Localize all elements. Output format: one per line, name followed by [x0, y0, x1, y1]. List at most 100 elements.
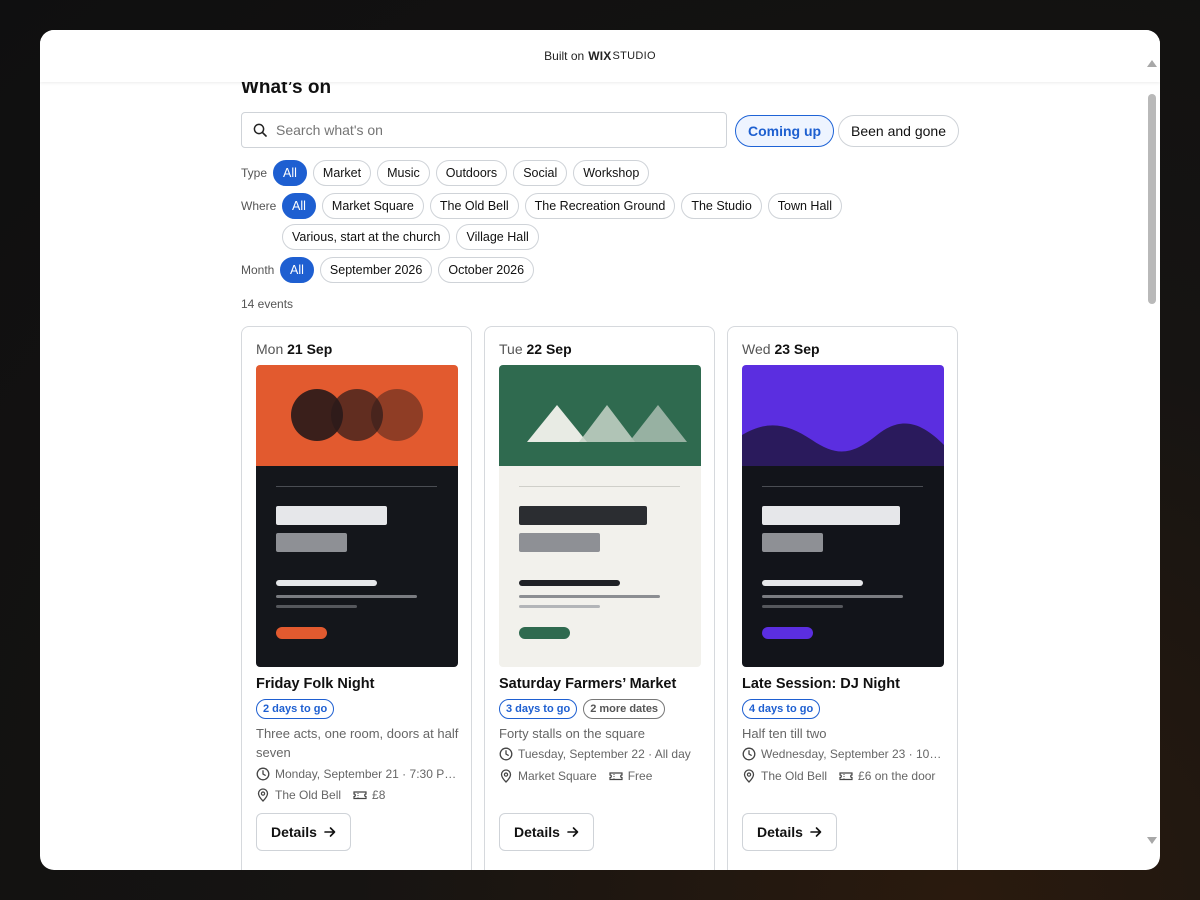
browser-window: Built on WIX STUDIO What’s on Coming up …: [40, 30, 1160, 870]
location-pin-icon: [500, 769, 512, 783]
where-chip-the-studio[interactable]: The Studio: [681, 193, 762, 219]
event-card[interactable]: Mon 21 Sep Friday Folk Night 2 days to g…: [241, 326, 472, 870]
where-chip-the-recreation-ground[interactable]: The Recreation Ground: [524, 193, 676, 219]
where-filter-row: Where All Market Square The Old Bell The Re…: [241, 193, 848, 219]
event-weekday: Wed: [742, 341, 771, 357]
event-title[interactable]: Late Session: DJ Night: [742, 676, 900, 692]
search-box[interactable]: [241, 112, 727, 148]
arrow-right-icon: [567, 827, 579, 837]
event-day: 22: [526, 341, 543, 357]
event-venue: Market Square: [518, 769, 597, 783]
clock-icon: [256, 767, 270, 781]
type-chip-all[interactable]: All: [273, 160, 307, 186]
event-poster-image[interactable]: [256, 365, 458, 667]
event-day: 21: [287, 341, 303, 357]
where-chip-town-hall[interactable]: Town Hall: [767, 193, 842, 219]
month-chip-october-2026[interactable]: October 2026: [438, 257, 535, 283]
event-month: Sep: [545, 341, 572, 357]
clock-icon: [742, 747, 756, 761]
event-when: Wednesday, September 23 · 10…: [761, 747, 942, 761]
month-chip-september-2026[interactable]: September 2026: [319, 257, 433, 283]
details-button[interactable]: Details: [499, 813, 594, 851]
event-price: £8: [372, 788, 386, 802]
where-filter-row-2: Various, start at the church Village Hall: [282, 224, 545, 250]
event-when: Monday, September 21 · 7:30 P…: [275, 767, 457, 781]
event-title[interactable]: Friday Folk Night: [256, 676, 374, 692]
details-label: Details: [757, 824, 803, 840]
vertical-scrollbar[interactable]: [1144, 54, 1160, 844]
arrow-right-icon: [810, 827, 822, 837]
coming-up-toggle[interactable]: Coming up: [735, 115, 835, 147]
type-filter-row: Type All Market Music Outdoors Social Worksho…: [241, 160, 655, 186]
type-filter-chips: All Market Music Outdoors Social Workshop: [273, 160, 655, 186]
search-input[interactable]: [276, 122, 696, 138]
event-venue: The Old Bell: [761, 769, 828, 783]
month-filter-chips: All September 2026 October 2026: [280, 257, 540, 283]
event-venue: The Old Bell: [275, 788, 342, 802]
event-poster-image[interactable]: [742, 365, 944, 667]
where-filter-chips: All Market Square The Old Bell The Recreati…: [282, 193, 848, 219]
where-chip-village-hall[interactable]: Village Hall: [456, 224, 539, 250]
event-price: £6 on the door: [858, 769, 936, 783]
event-time: Wednesday, September 23 · 10…: [742, 747, 947, 761]
month-filter-label: Month: [241, 263, 275, 277]
event-date: Wed 23 Sep: [742, 341, 820, 357]
event-poster-image[interactable]: [499, 365, 701, 667]
event-weekday: Tue: [499, 341, 523, 357]
where-chip-the-old-bell[interactable]: The Old Bell: [429, 193, 519, 219]
ticket-icon: [353, 791, 367, 800]
details-label: Details: [514, 824, 560, 840]
type-chip-market[interactable]: Market: [312, 160, 372, 186]
countdown-badge: 4 days to go: [742, 699, 821, 719]
been-and-gone-toggle[interactable]: Been and gone: [838, 115, 959, 147]
event-time: Monday, September 21 · 7:30 P…: [256, 767, 461, 781]
event-month: Sep: [306, 341, 333, 357]
event-price: Free: [627, 769, 653, 783]
event-when: Tuesday, September 22 · All day: [518, 747, 691, 761]
scroll-down-arrow-icon[interactable]: [1147, 837, 1157, 844]
month-chip-all[interactable]: All: [280, 257, 314, 283]
event-time: Tuesday, September 22 · All day: [499, 747, 704, 761]
event-card[interactable]: Tue 22 Sep Saturday Farmers’ Market 3 da…: [484, 326, 715, 870]
event-day: 23: [774, 341, 791, 357]
scrollbar-thumb[interactable]: [1148, 94, 1156, 304]
where-chip-various-start-at-the-church[interactable]: Various, start at the church: [282, 224, 451, 250]
type-chip-workshop[interactable]: Workshop: [573, 160, 650, 186]
event-month: Sep: [793, 341, 820, 357]
wix-logo: WIX: [588, 49, 612, 63]
location-pin-icon: [257, 788, 269, 802]
event-location-price: The Old Bell £8: [256, 788, 461, 802]
details-label: Details: [271, 824, 317, 840]
event-location-price: The Old Bell £6 on the door: [742, 769, 947, 783]
event-badges: 4 days to go: [742, 699, 826, 719]
wix-studio-banner[interactable]: Built on WIX STUDIO: [40, 30, 1160, 82]
event-description: Three acts, one room, doors at half seve…: [256, 726, 459, 760]
search-icon: [253, 123, 267, 137]
ticket-icon: [839, 772, 853, 781]
arrow-right-icon: [324, 827, 336, 837]
event-badges: 2 days to go: [256, 699, 340, 719]
event-badges: 3 days to go 2 more dates: [499, 699, 671, 719]
month-filter-row: Month All September 2026 October 2026: [241, 257, 540, 283]
more-dates-badge: 2 more dates: [583, 699, 666, 719]
ticket-icon: [609, 772, 623, 781]
type-chip-outdoors[interactable]: Outdoors: [435, 160, 508, 186]
where-filter-chips-continued: Various, start at the church Village Hall: [282, 224, 545, 250]
countdown-badge: 3 days to go: [499, 699, 578, 719]
details-button[interactable]: Details: [742, 813, 837, 851]
details-button[interactable]: Details: [256, 813, 351, 851]
event-date: Mon 21 Sep: [256, 341, 332, 357]
event-date: Tue 22 Sep: [499, 341, 572, 357]
location-pin-icon: [743, 769, 755, 783]
type-chip-social[interactable]: Social: [513, 160, 568, 186]
where-filter-label: Where: [241, 199, 277, 213]
where-chip-market-square[interactable]: Market Square: [321, 193, 424, 219]
event-card[interactable]: Wed 23 Sep Late Session: DJ Night 4 days…: [727, 326, 958, 870]
clock-icon: [499, 747, 513, 761]
where-chip-all[interactable]: All: [282, 193, 316, 219]
event-title[interactable]: Saturday Farmers’ Market: [499, 676, 676, 692]
studio-logo: STUDIO: [612, 50, 656, 62]
type-chip-music[interactable]: Music: [377, 160, 430, 186]
event-count: 14 events: [241, 297, 294, 311]
scroll-up-arrow-icon[interactable]: [1147, 60, 1157, 67]
